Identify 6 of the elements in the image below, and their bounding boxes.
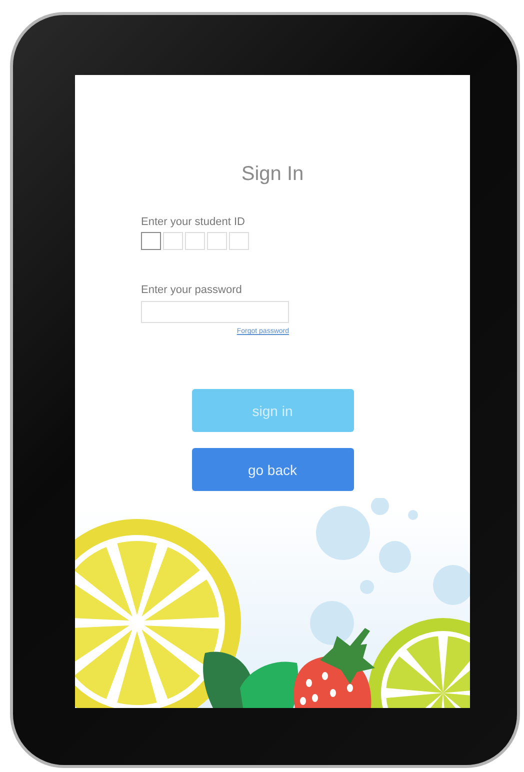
digit-field[interactable] <box>141 232 161 250</box>
page-title: Sign In <box>240 163 305 186</box>
field-label: Enter your password <box>141 284 242 296</box>
action-button[interactable]: go back <box>192 448 354 491</box>
field-label: Enter your student ID <box>141 216 245 228</box>
password-field[interactable] <box>141 301 289 323</box>
